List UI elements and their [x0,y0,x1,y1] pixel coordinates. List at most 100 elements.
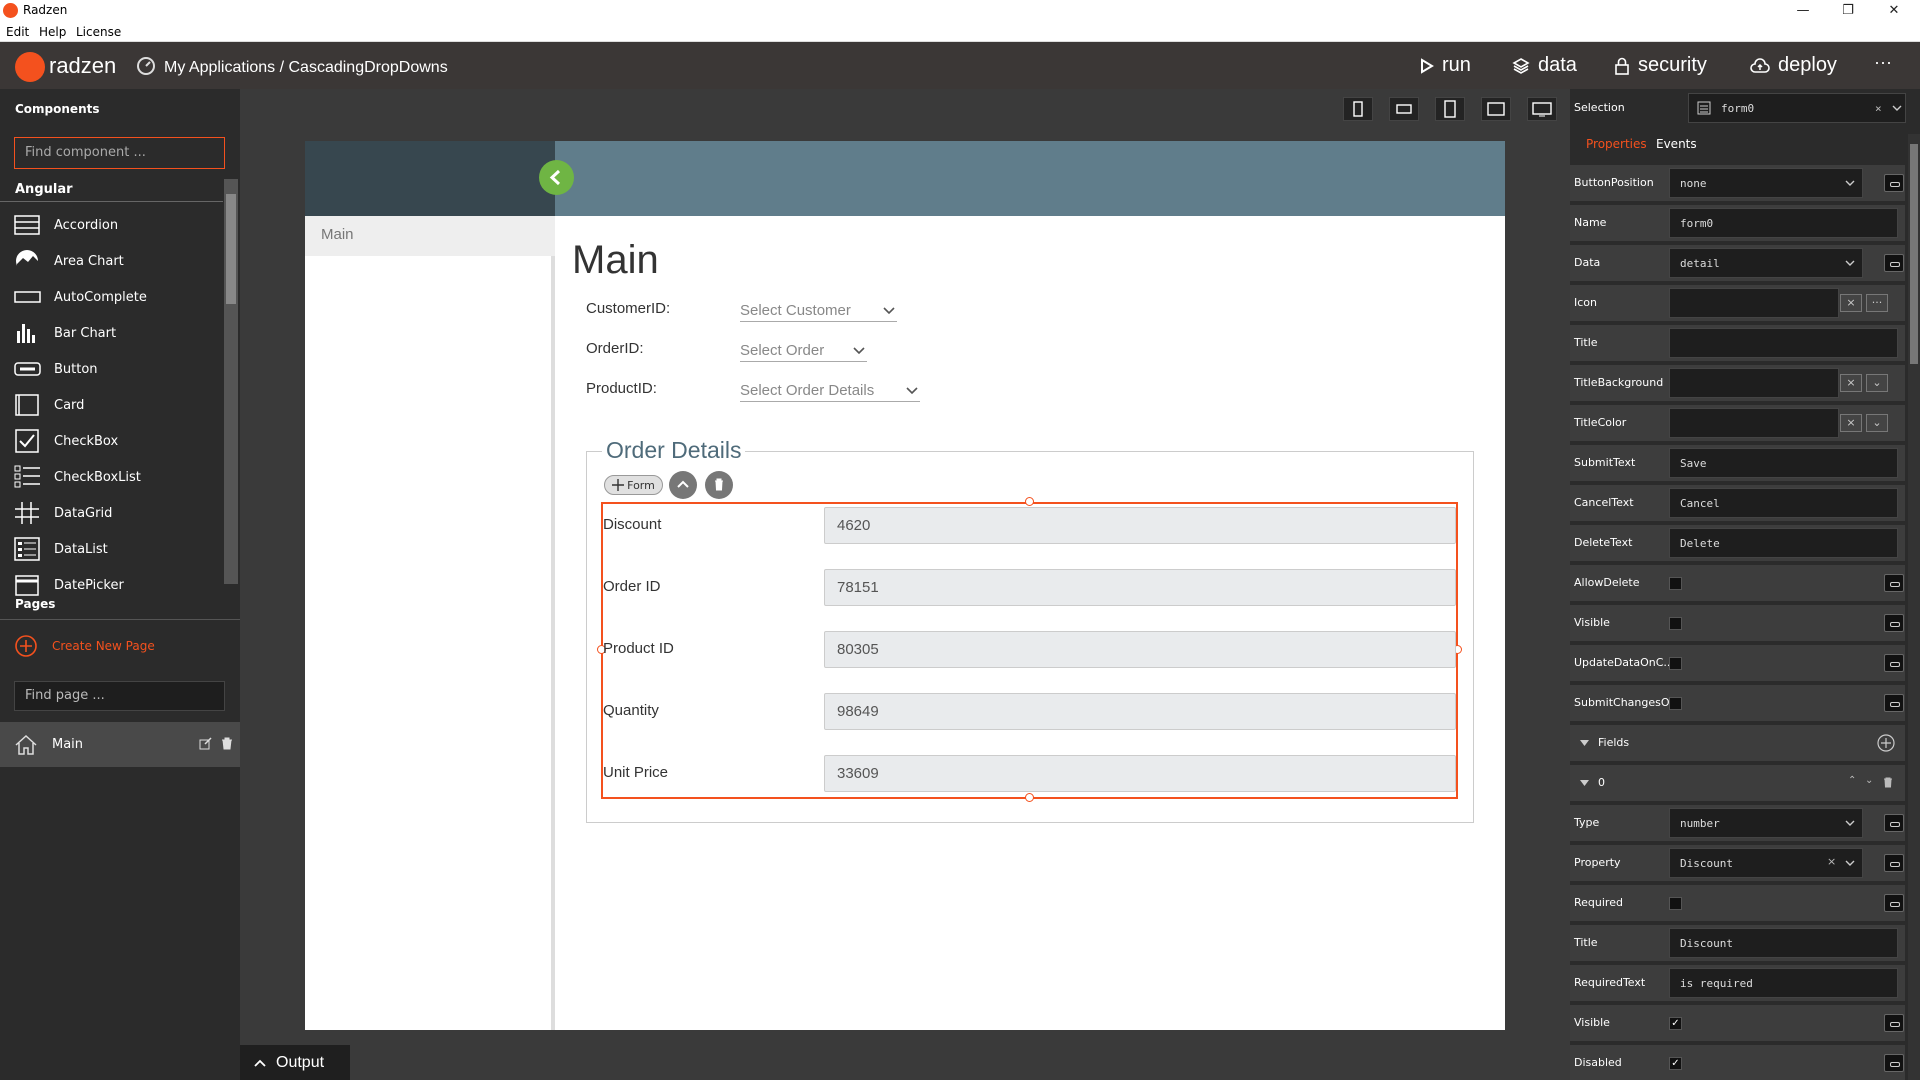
submitchanges-binding-button[interactable] [1884,694,1904,712]
run-button[interactable]: run [1420,54,1471,77]
titlecolor-dropdown-button[interactable]: ⌄ [1866,414,1888,432]
sidebar-item-main[interactable]: Main [305,216,555,256]
find-component-input[interactable]: Find component ... [14,137,225,169]
component-datepicker[interactable]: DatePicker [14,571,124,599]
updatedata-checkbox[interactable] [1669,657,1682,670]
field-property-binding-button[interactable] [1884,854,1904,872]
titlebackground-input[interactable] [1669,368,1839,398]
allowdelete-checkbox[interactable] [1669,577,1682,590]
icon-input[interactable] [1669,288,1839,318]
unit-price-input[interactable]: 33609 [824,755,1456,792]
resize-handle-bottom[interactable] [1025,793,1034,802]
deploy-button[interactable]: deploy [1750,54,1837,77]
field-visible-checkbox[interactable]: ✓ [1669,1017,1682,1030]
component-autocomplete[interactable]: AutoComplete [14,283,147,311]
field-required-checkbox[interactable] [1669,897,1682,910]
discount-input[interactable]: 4620 [824,507,1456,544]
fields-section-header[interactable]: Fields [1570,725,1905,761]
title-input[interactable] [1669,328,1898,358]
customer-dropdown[interactable]: Select Customer [740,300,897,322]
component-bar-chart[interactable]: Bar Chart [14,319,116,347]
component-card[interactable]: Card [14,391,84,419]
name-input[interactable]: form0 [1669,208,1898,238]
titlebackground-dropdown-button[interactable]: ⌄ [1866,374,1888,392]
page-item-main[interactable]: Main [0,722,240,767]
move-down-icon[interactable]: ⌄ [1865,775,1873,786]
device-phone-landscape-button[interactable] [1389,97,1419,121]
tab-events[interactable]: Events [1656,137,1697,151]
allowdelete-binding-button[interactable] [1884,574,1904,592]
minimize-button[interactable]: — [1781,1,1825,21]
form-drag-handle[interactable]: Form [604,475,663,495]
scrollbar-thumb[interactable] [1910,144,1918,364]
device-desktop-button[interactable] [1527,97,1557,121]
visible-checkbox[interactable] [1669,617,1682,630]
browse-icon-button[interactable]: ··· [1866,294,1888,312]
field-required-binding-button[interactable] [1884,894,1904,912]
data-select[interactable]: detail [1669,248,1863,278]
field-disabled-checkbox[interactable]: ✓ [1669,1057,1682,1070]
order-id-input[interactable]: 78151 [824,569,1456,606]
restore-button[interactable]: ❐ [1826,1,1870,21]
component-datalist[interactable]: DataList [14,535,108,563]
quantity-input[interactable]: 98649 [824,693,1456,730]
product-id-input[interactable]: 80305 [824,631,1456,668]
titlecolor-input[interactable] [1669,408,1839,438]
resize-handle-top[interactable] [1025,497,1034,506]
component-group-angular[interactable]: Angular [15,182,73,197]
device-tablet-portrait-button[interactable] [1435,97,1465,121]
component-checkbox[interactable]: CheckBox [14,427,118,455]
device-phone-portrait-button[interactable] [1343,97,1373,121]
close-button[interactable]: ✕ [1872,1,1916,21]
clear-property-icon[interactable]: × [1827,855,1836,868]
field-type-select[interactable]: number [1669,808,1863,838]
buttonposition-select[interactable]: none [1669,168,1863,198]
order-dropdown[interactable]: Select Order [740,340,867,362]
submitchanges-checkbox[interactable] [1669,697,1682,710]
sidebar-toggle-button[interactable] [539,160,574,195]
clear-titlecolor-button[interactable]: × [1840,414,1862,432]
buttonposition-binding-button[interactable] [1884,174,1904,192]
device-tablet-landscape-button[interactable] [1481,97,1511,121]
data-binding-button[interactable] [1884,254,1904,272]
clear-titlebackground-button[interactable]: × [1840,374,1862,392]
component-list-scrollbar[interactable] [224,179,238,584]
dashboard-icon[interactable] [136,56,156,76]
clear-selection-icon[interactable]: × [1875,102,1882,115]
field-type-binding-button[interactable] [1884,814,1904,832]
component-datagrid[interactable]: DataGrid [14,499,112,527]
submittext-input[interactable]: Save [1669,448,1898,478]
field-disabled-binding-button[interactable] [1884,1054,1904,1072]
deletetext-input[interactable]: Delete [1669,528,1898,558]
component-accordion[interactable]: Accordion [14,211,118,239]
create-new-page-button[interactable]: Create New Page [14,634,155,658]
component-button[interactable]: Button [14,355,98,383]
selection-dropdown[interactable]: form0 × [1688,93,1906,123]
clear-icon-button[interactable]: × [1840,294,1862,312]
output-panel-toggle[interactable]: Output [240,1045,350,1080]
select-parent-button[interactable] [669,471,697,499]
component-checkboxlist[interactable]: CheckBoxList [14,463,141,491]
canceltext-input[interactable]: Cancel [1669,488,1898,518]
menu-edit[interactable]: Edit [6,25,29,39]
scrollbar-thumb[interactable] [226,194,236,304]
menu-help[interactable]: Help [39,25,66,39]
security-button[interactable]: security [1614,54,1707,77]
field-0-header[interactable]: 0 ⌃ ⌄ [1570,765,1905,801]
component-area-chart[interactable]: Area Chart [14,247,124,275]
more-menu-button[interactable]: ··· [1874,52,1892,73]
move-up-icon[interactable]: ⌃ [1848,775,1856,786]
data-button[interactable]: data [1512,54,1577,77]
delete-component-button[interactable] [705,471,733,499]
visible-binding-button[interactable] [1884,614,1904,632]
menu-license[interactable]: License [76,25,121,39]
breadcrumb[interactable]: My Applications / CascadingDropDowns [164,59,448,77]
tab-properties[interactable]: Properties [1586,137,1647,151]
field-requiredtext-input[interactable]: is required [1669,968,1898,998]
find-page-input[interactable]: Find page ... [14,681,225,711]
order-details-dropdown[interactable]: Select Order Details [740,380,920,402]
updatedata-binding-button[interactable] [1884,654,1904,672]
field-visible-binding-button[interactable] [1884,1014,1904,1032]
properties-scrollbar[interactable] [1908,134,1920,1080]
field-title-input[interactable]: Discount [1669,928,1898,958]
